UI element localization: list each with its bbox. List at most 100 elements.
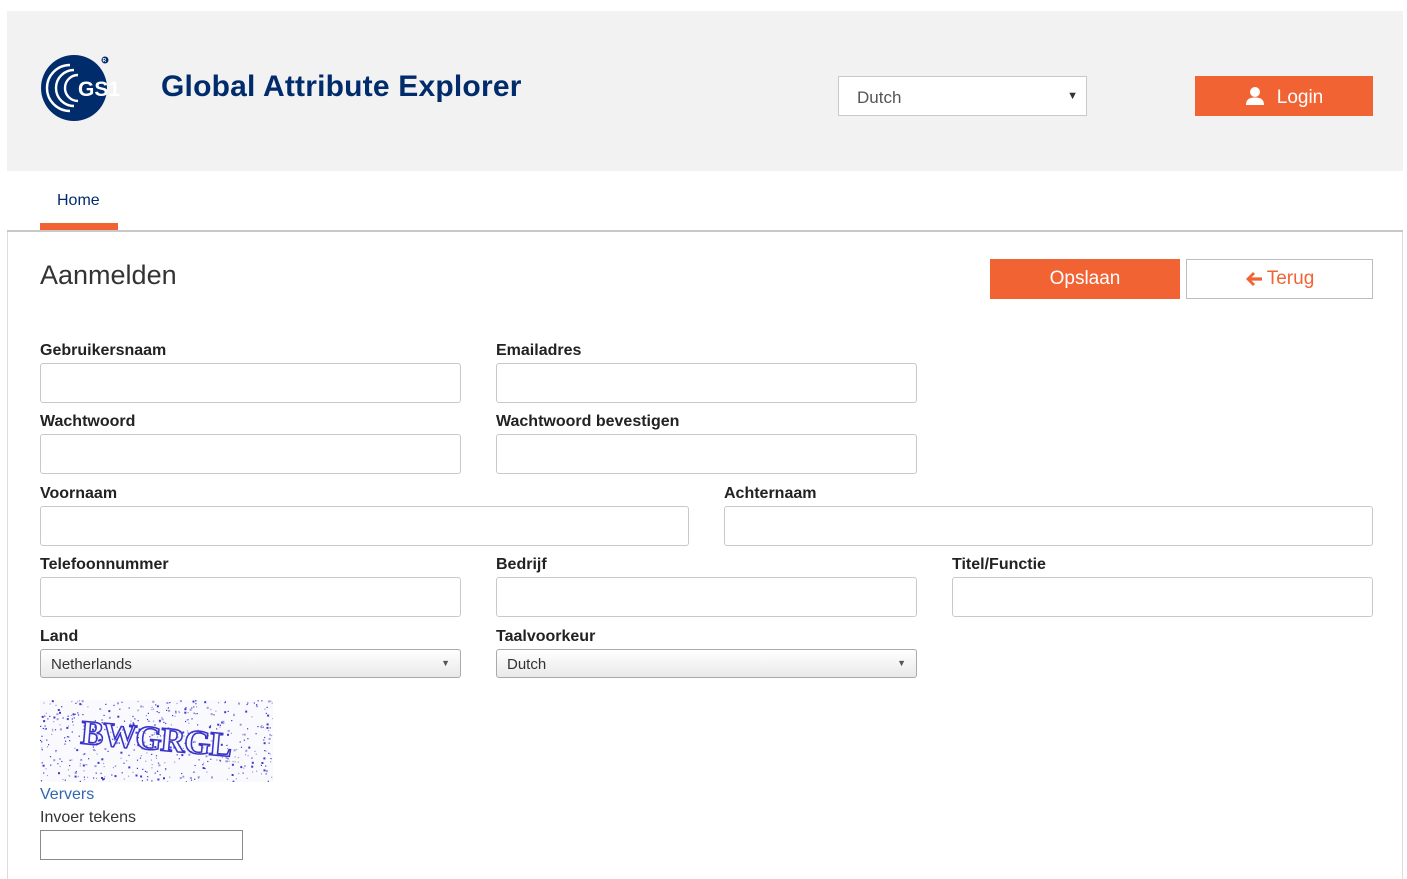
captcha-noise-dot (64, 779, 66, 781)
company-input[interactable] (496, 577, 917, 617)
save-button[interactable]: Opslaan (990, 259, 1180, 299)
captcha-noise-dot (49, 715, 51, 717)
captcha-noise-dot (224, 711, 227, 714)
captcha-noise-dot (210, 713, 213, 716)
email-input[interactable] (496, 363, 917, 403)
captcha-noise-dot (142, 706, 144, 708)
captcha-noise-dot (45, 712, 47, 714)
captcha-noise-dot (158, 712, 160, 714)
phone-label: Telefoonnummer (40, 556, 169, 573)
username-input[interactable] (40, 363, 461, 403)
captcha-noise-dot (248, 746, 251, 749)
jobtitle-input[interactable] (952, 577, 1373, 617)
gs1-logo[interactable]: GS1 R (40, 52, 128, 124)
lastname-input[interactable] (724, 506, 1373, 546)
captcha-noise-dot (123, 778, 125, 780)
captcha-noise-dot (103, 766, 105, 768)
captcha-noise-dot (83, 770, 85, 772)
captcha-noise-dot (66, 726, 69, 729)
language-pref-select-value: Dutch (507, 656, 547, 673)
captcha-noise-dot (151, 780, 153, 782)
captcha-noise-dot (59, 728, 62, 731)
captcha-noise-dot (80, 758, 83, 761)
captcha-noise-dot (42, 727, 44, 730)
captcha-noise-dot (72, 713, 75, 716)
captcha-noise-dot (145, 715, 147, 717)
captcha-noise-dot (174, 715, 176, 717)
captcha-noise-dot (69, 740, 71, 742)
captcha-noise-dot (266, 723, 269, 726)
captcha-noise-dot (194, 778, 196, 780)
captcha-noise-dot (267, 714, 270, 717)
login-button[interactable]: Login (1195, 76, 1373, 116)
tab-home-label: Home (57, 192, 100, 209)
captcha-noise-dot (271, 776, 273, 778)
captcha-noise-dot (260, 773, 263, 775)
captcha-noise-dot (192, 700, 195, 703)
captcha-noise-dot (251, 765, 254, 768)
captcha-noise-dot (256, 770, 258, 772)
captcha-noise-dot (157, 762, 159, 764)
captcha-noise-dot (59, 724, 61, 726)
captcha-noise-dot (114, 775, 117, 778)
captcha-noise-dot (166, 702, 169, 704)
country-label: Land (40, 628, 79, 645)
captcha-noise-dot (237, 761, 239, 763)
captcha-noise-dot (142, 768, 144, 770)
captcha-noise-dot (197, 776, 200, 779)
firstname-input[interactable] (40, 506, 689, 546)
captcha-noise-dot (195, 700, 198, 702)
password-confirm-input[interactable] (496, 434, 917, 474)
captcha-noise-dot (77, 775, 79, 778)
captcha-noise-dot (161, 718, 164, 721)
captcha-noise-dot (236, 748, 238, 751)
captcha-noise-dot (126, 760, 128, 762)
captcha-noise-dot (246, 777, 248, 779)
language-pref-select[interactable]: Dutch ▼ (496, 649, 917, 678)
captcha-noise-dot (151, 706, 153, 708)
captcha-noise-dot (231, 720, 233, 722)
captcha-noise-dot (74, 772, 77, 774)
captcha-noise-dot (69, 759, 71, 761)
tab-home[interactable]: Home (40, 171, 118, 230)
captcha-noise-dot (141, 780, 143, 782)
captcha-noise-dot (81, 700, 84, 703)
country-select[interactable]: Netherlands ▼ (40, 649, 461, 678)
captcha-noise-dot (189, 708, 192, 711)
password-input[interactable] (40, 434, 461, 474)
captcha-noise-dot (83, 779, 86, 781)
username-label: Gebruikersnaam (40, 342, 167, 359)
captcha-noise-dot (146, 771, 148, 773)
captcha-noise-dot (40, 725, 42, 727)
captcha-noise-dot (245, 710, 248, 713)
lastname-label: Achternaam (724, 485, 817, 502)
captcha-noise-dot (243, 767, 245, 769)
captcha-noise-dot (233, 749, 236, 752)
captcha-noise-dot (79, 763, 81, 765)
captcha-noise-dot (210, 708, 212, 711)
captcha-noise-dot (172, 715, 174, 717)
captcha-noise-dot (203, 762, 205, 764)
back-label: Terug (1266, 268, 1315, 289)
captcha-noise-dot (261, 724, 263, 727)
captcha-noise-dot (186, 719, 188, 721)
captcha-noise-dot (62, 778, 64, 781)
captcha-noise-dot (136, 759, 139, 761)
captcha-noise-dot (239, 741, 241, 743)
captcha-noise-dot (240, 746, 243, 748)
captcha-noise-dot (55, 750, 57, 752)
back-button[interactable]: Terug (1186, 259, 1373, 299)
phone-input[interactable] (40, 577, 461, 617)
captcha-noise-dot (266, 706, 268, 708)
captcha-noise-dot (121, 772, 123, 774)
captcha-noise-dot (103, 762, 105, 765)
captcha-input[interactable] (40, 830, 243, 860)
captcha-noise-dot (251, 757, 253, 759)
captcha-refresh-link[interactable]: Ververs (40, 786, 94, 804)
captcha-noise-dot (147, 712, 149, 714)
captcha-noise-dot (45, 768, 47, 770)
password-label: Wachtwoord (40, 413, 136, 430)
captcha-noise-dot (260, 764, 262, 766)
language-select[interactable]: Dutch ▼ (838, 76, 1087, 116)
captcha-noise-dot (218, 702, 220, 704)
